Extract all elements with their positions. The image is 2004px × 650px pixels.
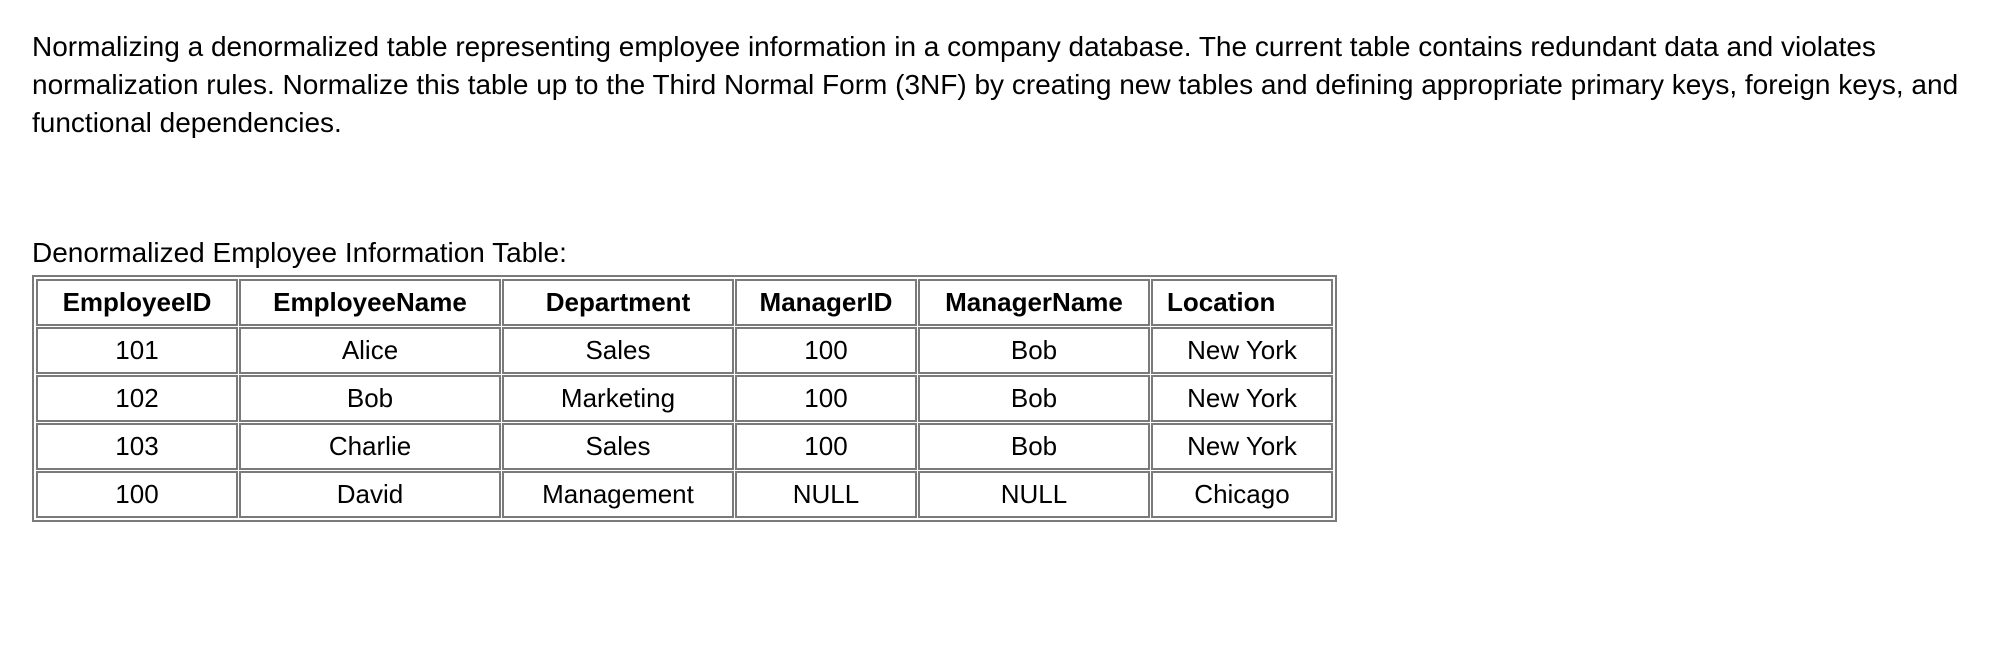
cell-department: Sales: [503, 424, 733, 469]
cell-employee-name: Bob: [240, 376, 500, 421]
cell-manager-id: 100: [736, 328, 916, 373]
cell-manager-id: NULL: [736, 472, 916, 517]
cell-manager-name: NULL: [919, 472, 1149, 517]
table-row: 102 Bob Marketing 100 Bob New York: [37, 376, 1332, 421]
table-row: 103 Charlie Sales 100 Bob New York: [37, 424, 1332, 469]
cell-employee-name: David: [240, 472, 500, 517]
cell-department: Sales: [503, 328, 733, 373]
cell-employee-id: 101: [37, 328, 237, 373]
cell-location: New York: [1152, 376, 1332, 421]
table-row: 100 David Management NULL NULL Chicago: [37, 472, 1332, 517]
cell-employee-id: 103: [37, 424, 237, 469]
employee-table: EmployeeID EmployeeName Department Manag…: [32, 275, 1337, 522]
header-employee-id: EmployeeID: [37, 280, 237, 325]
cell-location: New York: [1152, 424, 1332, 469]
table-title: Denormalized Employee Information Table:: [32, 237, 1972, 269]
cell-location: New York: [1152, 328, 1332, 373]
problem-statement: Normalizing a denormalized table represe…: [32, 28, 1972, 141]
header-employee-name: EmployeeName: [240, 280, 500, 325]
cell-employee-name: Alice: [240, 328, 500, 373]
cell-manager-name: Bob: [919, 376, 1149, 421]
cell-manager-id: 100: [736, 376, 916, 421]
header-department: Department: [503, 280, 733, 325]
cell-employee-name: Charlie: [240, 424, 500, 469]
cell-manager-name: Bob: [919, 424, 1149, 469]
header-location: Location: [1152, 280, 1332, 325]
table-header-row: EmployeeID EmployeeName Department Manag…: [37, 280, 1332, 325]
cell-department: Marketing: [503, 376, 733, 421]
cell-location: Chicago: [1152, 472, 1332, 517]
header-manager-id: ManagerID: [736, 280, 916, 325]
cell-manager-id: 100: [736, 424, 916, 469]
cell-employee-id: 100: [37, 472, 237, 517]
table-row: 101 Alice Sales 100 Bob New York: [37, 328, 1332, 373]
cell-employee-id: 102: [37, 376, 237, 421]
cell-manager-name: Bob: [919, 328, 1149, 373]
header-manager-name: ManagerName: [919, 280, 1149, 325]
cell-department: Management: [503, 472, 733, 517]
